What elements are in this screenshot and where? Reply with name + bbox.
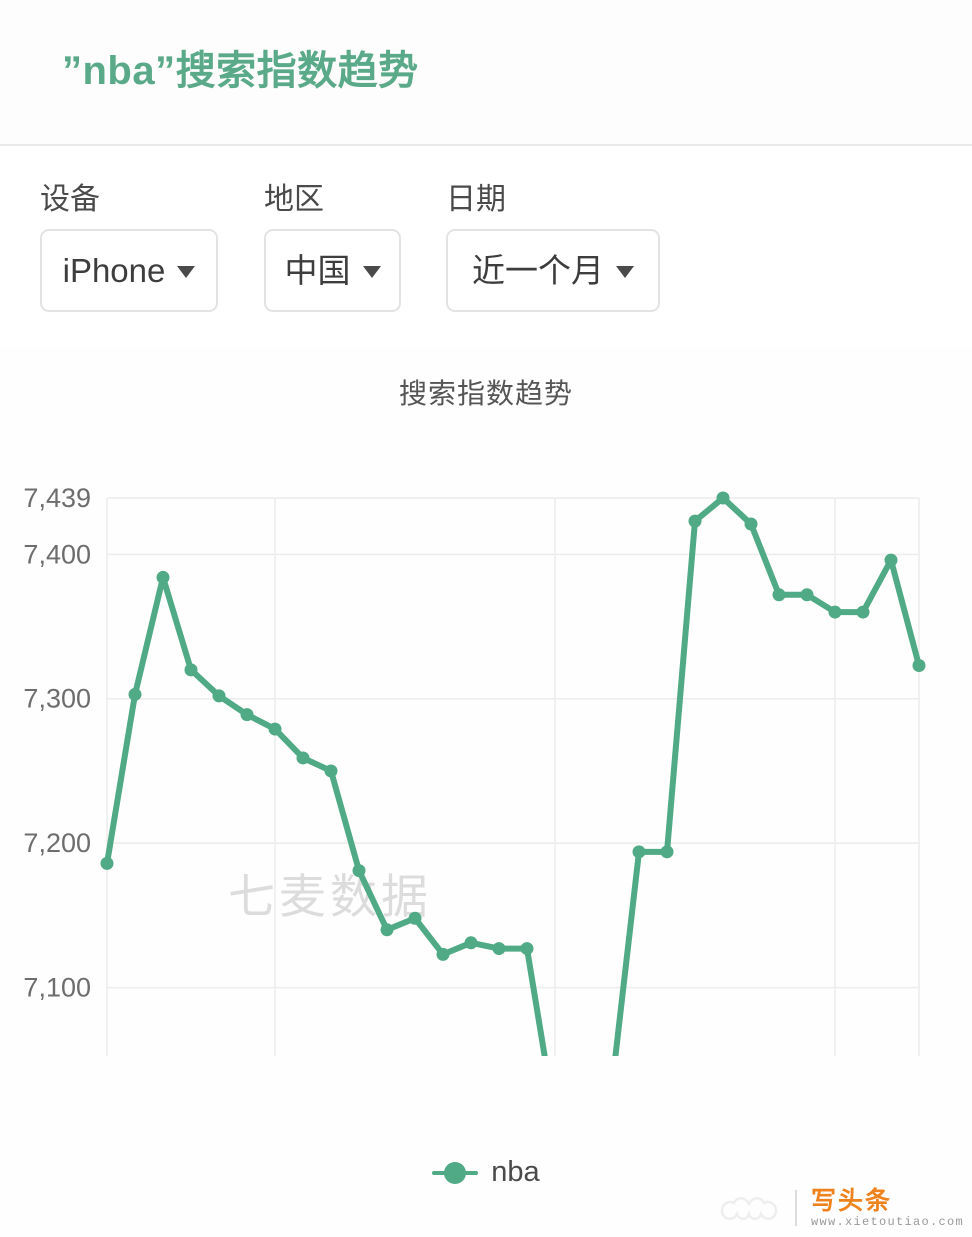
data-point[interactable] <box>408 911 422 925</box>
chart-title: 搜索指数趋势 <box>398 378 573 409</box>
filter-device-value: iPhone <box>62 252 166 289</box>
filter-date-value: 近一个月 <box>472 252 604 289</box>
data-point[interactable] <box>436 947 450 961</box>
data-point[interactable] <box>268 722 282 736</box>
watermark-text: 写头条 www.xietoutiao.com <box>810 1186 964 1229</box>
plot-watermark: 七麦数据 <box>228 870 432 923</box>
legend-label[interactable]: nba <box>491 1156 539 1189</box>
y-axis-tick-label: 7,300 <box>23 684 91 714</box>
data-point[interactable] <box>212 689 226 703</box>
data-point[interactable] <box>184 663 198 677</box>
filter-region: 地区 中国 <box>264 182 401 312</box>
legend-marker-icon <box>432 1161 479 1184</box>
data-point[interactable] <box>520 942 534 956</box>
data-point[interactable] <box>632 845 646 859</box>
filter-device-label: 设备 <box>40 183 100 216</box>
watermark-url: www.xietoutiao.com <box>810 1215 964 1229</box>
data-point[interactable] <box>800 588 814 602</box>
plot-area <box>107 498 919 1056</box>
filter-region-label: 地区 <box>264 183 324 216</box>
page-title: ”nba”搜索指数趋势 <box>62 49 419 93</box>
chart-section: 搜索指数趋势 7,4397,4007,3007,2007,1007,00909月… <box>0 346 972 1237</box>
search-index-trend-page: ”nba”搜索指数趋势 设备 iPhone 地区 中国 日期 近一个月 搜索指数… <box>0 0 972 1237</box>
filter-device-dropdown[interactable]: iPhone <box>40 229 218 312</box>
data-point[interactable] <box>492 942 506 956</box>
data-point[interactable] <box>128 687 142 701</box>
watermark-brand: 写头条 <box>810 1186 892 1215</box>
data-point[interactable] <box>828 605 842 619</box>
data-point[interactable] <box>772 588 786 602</box>
filter-date-dropdown[interactable]: 近一个月 <box>446 229 660 312</box>
filter-region-value: 中国 <box>284 252 351 289</box>
page-header: ”nba”搜索指数趋势 <box>0 0 972 146</box>
line-chart: 7,4397,4007,3007,2007,1007,00909月30日10月0… <box>0 416 972 1056</box>
filter-device: 设备 iPhone <box>40 182 218 312</box>
data-point[interactable] <box>296 751 310 765</box>
filter-date-label: 日期 <box>446 183 506 216</box>
data-point[interactable] <box>660 845 674 859</box>
data-point[interactable] <box>156 570 170 584</box>
filter-bar: 设备 iPhone 地区 中国 日期 近一个月 <box>0 146 972 346</box>
watermark-divider <box>794 1190 797 1227</box>
chevron-down-icon <box>177 266 196 278</box>
y-axis-tick-label: 7,439 <box>23 483 91 513</box>
filter-region-dropdown[interactable]: 中国 <box>264 229 401 312</box>
data-point[interactable] <box>884 553 898 567</box>
data-point[interactable] <box>716 491 730 505</box>
y-axis-tick-label: 7,100 <box>23 973 91 1003</box>
data-point[interactable] <box>856 605 870 619</box>
data-point[interactable] <box>744 517 758 531</box>
chevron-down-icon <box>362 266 381 278</box>
y-axis-tick-label: 7,200 <box>23 828 91 858</box>
chart-canvas: 7,4397,4007,3007,2007,1007,00909月30日10月0… <box>23 483 926 1056</box>
data-point[interactable] <box>464 936 478 950</box>
data-point[interactable] <box>100 856 114 870</box>
data-point[interactable] <box>912 659 926 673</box>
site-watermark: 写头条 www.xietoutiao.com <box>719 1186 964 1229</box>
cloud-logo-icon <box>720 1197 778 1221</box>
filter-date: 日期 近一个月 <box>446 182 660 312</box>
data-point[interactable] <box>352 864 366 878</box>
data-point[interactable] <box>240 708 254 722</box>
chevron-down-icon <box>616 266 634 278</box>
y-axis-tick-label: 7,400 <box>23 539 91 569</box>
data-point[interactable] <box>688 514 702 528</box>
data-point[interactable] <box>380 923 394 937</box>
data-point[interactable] <box>324 764 338 778</box>
chart-legend: nba <box>0 1156 972 1189</box>
